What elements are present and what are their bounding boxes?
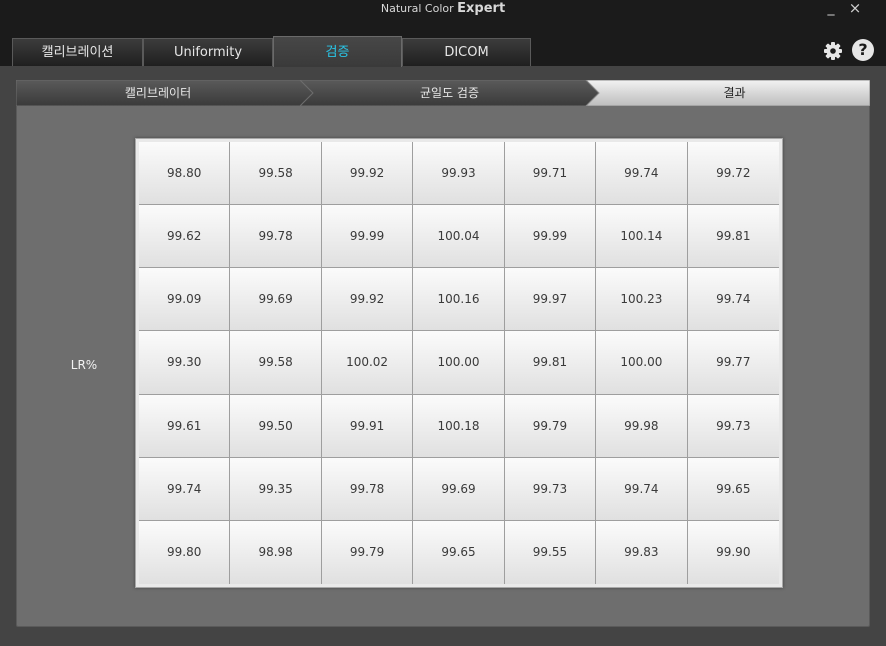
grid-cell: 99.69 xyxy=(413,457,505,521)
grid-cell: 99.80 xyxy=(139,520,231,584)
grid-cell: 99.74 xyxy=(139,457,231,521)
step-indicator: 캘리브레이터 균일도 검증 결과 xyxy=(16,80,870,106)
grid-cell: 99.50 xyxy=(230,394,322,458)
grid-cell: 99.90 xyxy=(687,520,779,584)
grid-cell: 99.83 xyxy=(596,520,688,584)
grid-cell: 99.69 xyxy=(230,268,322,332)
title-bar: Natural Color Expert _ × xyxy=(0,0,886,20)
grid-cell: 99.30 xyxy=(139,331,231,395)
tab-calibration[interactable]: 캘리브레이션 xyxy=(12,38,143,66)
grid-cell: 98.98 xyxy=(230,520,322,584)
grid-cell: 99.99 xyxy=(321,205,414,269)
grid-cell: 99.58 xyxy=(230,142,322,206)
grid-cell: 100.04 xyxy=(413,205,505,269)
grid-cell: 99.72 xyxy=(687,142,779,206)
grid-cell: 99.71 xyxy=(504,142,597,206)
grid-cell: 98.80 xyxy=(139,142,231,206)
grid-cell: 99.62 xyxy=(139,205,231,269)
uniformity-grid: 98.80 99.58 99.92 99.93 99.71 99.74 99.72 99.62… xyxy=(139,142,779,584)
grid-cell: 99.55 xyxy=(504,520,597,584)
grid-cell: 99.77 xyxy=(687,331,779,395)
lr-percent-label: LR% xyxy=(70,358,98,372)
grid-cell: 99.78 xyxy=(321,457,414,521)
grid-cell: 99.92 xyxy=(321,142,414,206)
grid-cell: 99.81 xyxy=(687,205,779,269)
grid-cell: 100.00 xyxy=(413,331,505,395)
grid-cell: 99.98 xyxy=(596,394,688,458)
grid-cell: 99.73 xyxy=(687,394,779,458)
grid-cell: 99.74 xyxy=(596,457,688,521)
grid-cell: 99.99 xyxy=(504,205,597,269)
grid-cell: 100.18 xyxy=(413,394,505,458)
grid-cell: 100.23 xyxy=(596,268,688,332)
grid-cell: 99.65 xyxy=(413,520,505,584)
grid-cell: 99.78 xyxy=(230,205,322,269)
grid-cell: 99.92 xyxy=(321,268,414,332)
step-calibrator: 캘리브레이터 xyxy=(124,86,192,100)
step-uniformity-check: 균일도 검증 xyxy=(419,86,479,100)
grid-cell: 99.61 xyxy=(139,394,231,458)
grid-cell: 99.79 xyxy=(504,394,597,458)
grid-cell: 99.97 xyxy=(504,268,597,332)
minimize-button[interactable]: _ xyxy=(822,0,840,18)
grid-cell: 100.14 xyxy=(596,205,688,269)
tab-uniformity[interactable]: Uniformity xyxy=(143,38,273,66)
step-result: 결과 xyxy=(723,86,746,100)
gear-icon[interactable] xyxy=(822,40,844,62)
uniformity-grid-frame: 98.80 99.58 99.92 99.93 99.71 99.74 99.72 99.62… xyxy=(135,138,783,588)
grid-cell: 100.16 xyxy=(413,268,505,332)
grid-cell: 99.58 xyxy=(230,331,322,395)
grid-cell: 99.93 xyxy=(413,142,505,206)
tab-verification[interactable]: 검증 xyxy=(273,36,402,67)
grid-cell: 99.09 xyxy=(139,268,231,332)
grid-cell: 100.02 xyxy=(321,331,414,395)
close-button[interactable]: × xyxy=(846,0,864,18)
tab-dicom[interactable]: DICOM xyxy=(402,38,531,66)
grid-cell: 99.74 xyxy=(687,268,779,332)
grid-cell: 99.65 xyxy=(687,457,779,521)
grid-cell: 99.73 xyxy=(504,457,597,521)
grid-cell: 99.79 xyxy=(321,520,414,584)
help-button[interactable]: ? xyxy=(852,39,874,61)
grid-cell: 99.74 xyxy=(596,142,688,206)
grid-cell: 99.81 xyxy=(504,331,597,395)
grid-cell: 100.00 xyxy=(596,331,688,395)
grid-cell: 99.35 xyxy=(230,457,322,521)
grid-cell: 99.91 xyxy=(321,394,414,458)
app-title: Natural Color Expert xyxy=(380,1,506,16)
